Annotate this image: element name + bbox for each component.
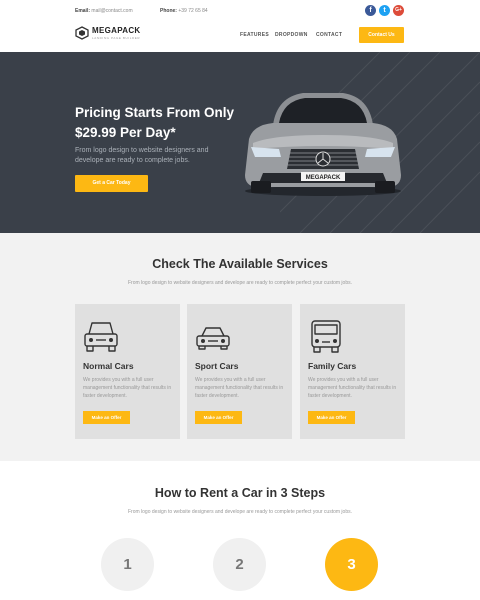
- car-image: MEGAPACK: [245, 93, 401, 196]
- service-card-normal-cars: Normal Cars We provides you with a full …: [75, 304, 180, 439]
- site-header: MEGAPACK LANDING PAGE BUILDER FEATURES D…: [0, 22, 480, 52]
- steps-title: How to Rent a Car in 3 Steps: [154, 486, 326, 500]
- contact-us-button[interactable]: Contact Us: [359, 27, 404, 43]
- step-2[interactable]: 2: [213, 538, 266, 591]
- card-description: We provides you with a full user managem…: [308, 377, 397, 399]
- card-title: Normal Cars: [83, 361, 134, 371]
- logo-icon[interactable]: [75, 26, 89, 40]
- email-info: Email: mail@contact.com: [75, 8, 133, 14]
- services-title: Check The Available Services: [152, 257, 328, 271]
- hero-description: From logo design to website designers an…: [75, 147, 209, 164]
- license-plate-text: MEGAPACK: [306, 175, 341, 181]
- steps-section: How to Rent a Car in 3 Steps From logo d…: [0, 461, 480, 600]
- nav-features[interactable]: FEATURES: [240, 32, 269, 38]
- google-plus-icon[interactable]: G+: [393, 5, 404, 16]
- make-offer-button[interactable]: Make an Offer: [195, 411, 242, 424]
- services-subtitle: From logo design to website designers an…: [127, 280, 352, 286]
- services-section: Check The Available Services From logo d…: [0, 233, 480, 461]
- sport-car-icon: [196, 327, 230, 350]
- step-1[interactable]: 1: [101, 538, 154, 591]
- top-contact-bar: Email: mail@contact.com Phone: +39 72 65…: [0, 0, 480, 22]
- logo-subtitle: LANDING PAGE BUILDER: [92, 36, 141, 40]
- card-title: Family Cars: [308, 361, 357, 371]
- get-a-car-button[interactable]: Get a Car Today: [75, 175, 148, 192]
- step-3[interactable]: 3: [325, 538, 378, 591]
- hero-title-line2: $29.99 Per Day*: [75, 125, 176, 140]
- make-offer-button[interactable]: Make an Offer: [83, 411, 130, 424]
- email-label: Email:: [75, 8, 91, 14]
- phone-label: Phone:: [160, 8, 177, 14]
- steps-subtitle: From logo design to website designers an…: [127, 509, 352, 515]
- service-card-family-cars: Family Cars We provides you with a full …: [300, 304, 405, 439]
- hero-section: Pricing Starts From Only $29.99 Per Day*…: [0, 52, 480, 233]
- twitter-icon[interactable]: t: [379, 5, 390, 16]
- logo-text[interactable]: MEGAPACK: [92, 26, 140, 35]
- phone-value: +39 72 65 84: [178, 8, 208, 14]
- service-card-sport-cars: Sport Cars We provides you with a full u…: [187, 304, 292, 439]
- hero-title-line1: Pricing Starts From Only: [75, 105, 235, 120]
- phone-info: Phone: +39 72 65 84: [160, 8, 208, 14]
- card-description: We provides you with a full user managem…: [195, 377, 284, 399]
- nav-contact[interactable]: CONTACT: [316, 32, 342, 38]
- sedan-car-icon: [84, 322, 118, 352]
- make-offer-button[interactable]: Make an Offer: [308, 411, 355, 424]
- van-icon: [311, 320, 341, 353]
- email-value[interactable]: mail@contact.com: [91, 8, 132, 14]
- card-description: We provides you with a full user managem…: [83, 377, 172, 399]
- nav-dropdown[interactable]: DROPDOWN: [275, 32, 308, 38]
- hero-title: Pricing Starts From Only $29.99 Per Day*: [75, 103, 255, 143]
- card-title: Sport Cars: [195, 361, 239, 371]
- facebook-icon[interactable]: f: [365, 5, 376, 16]
